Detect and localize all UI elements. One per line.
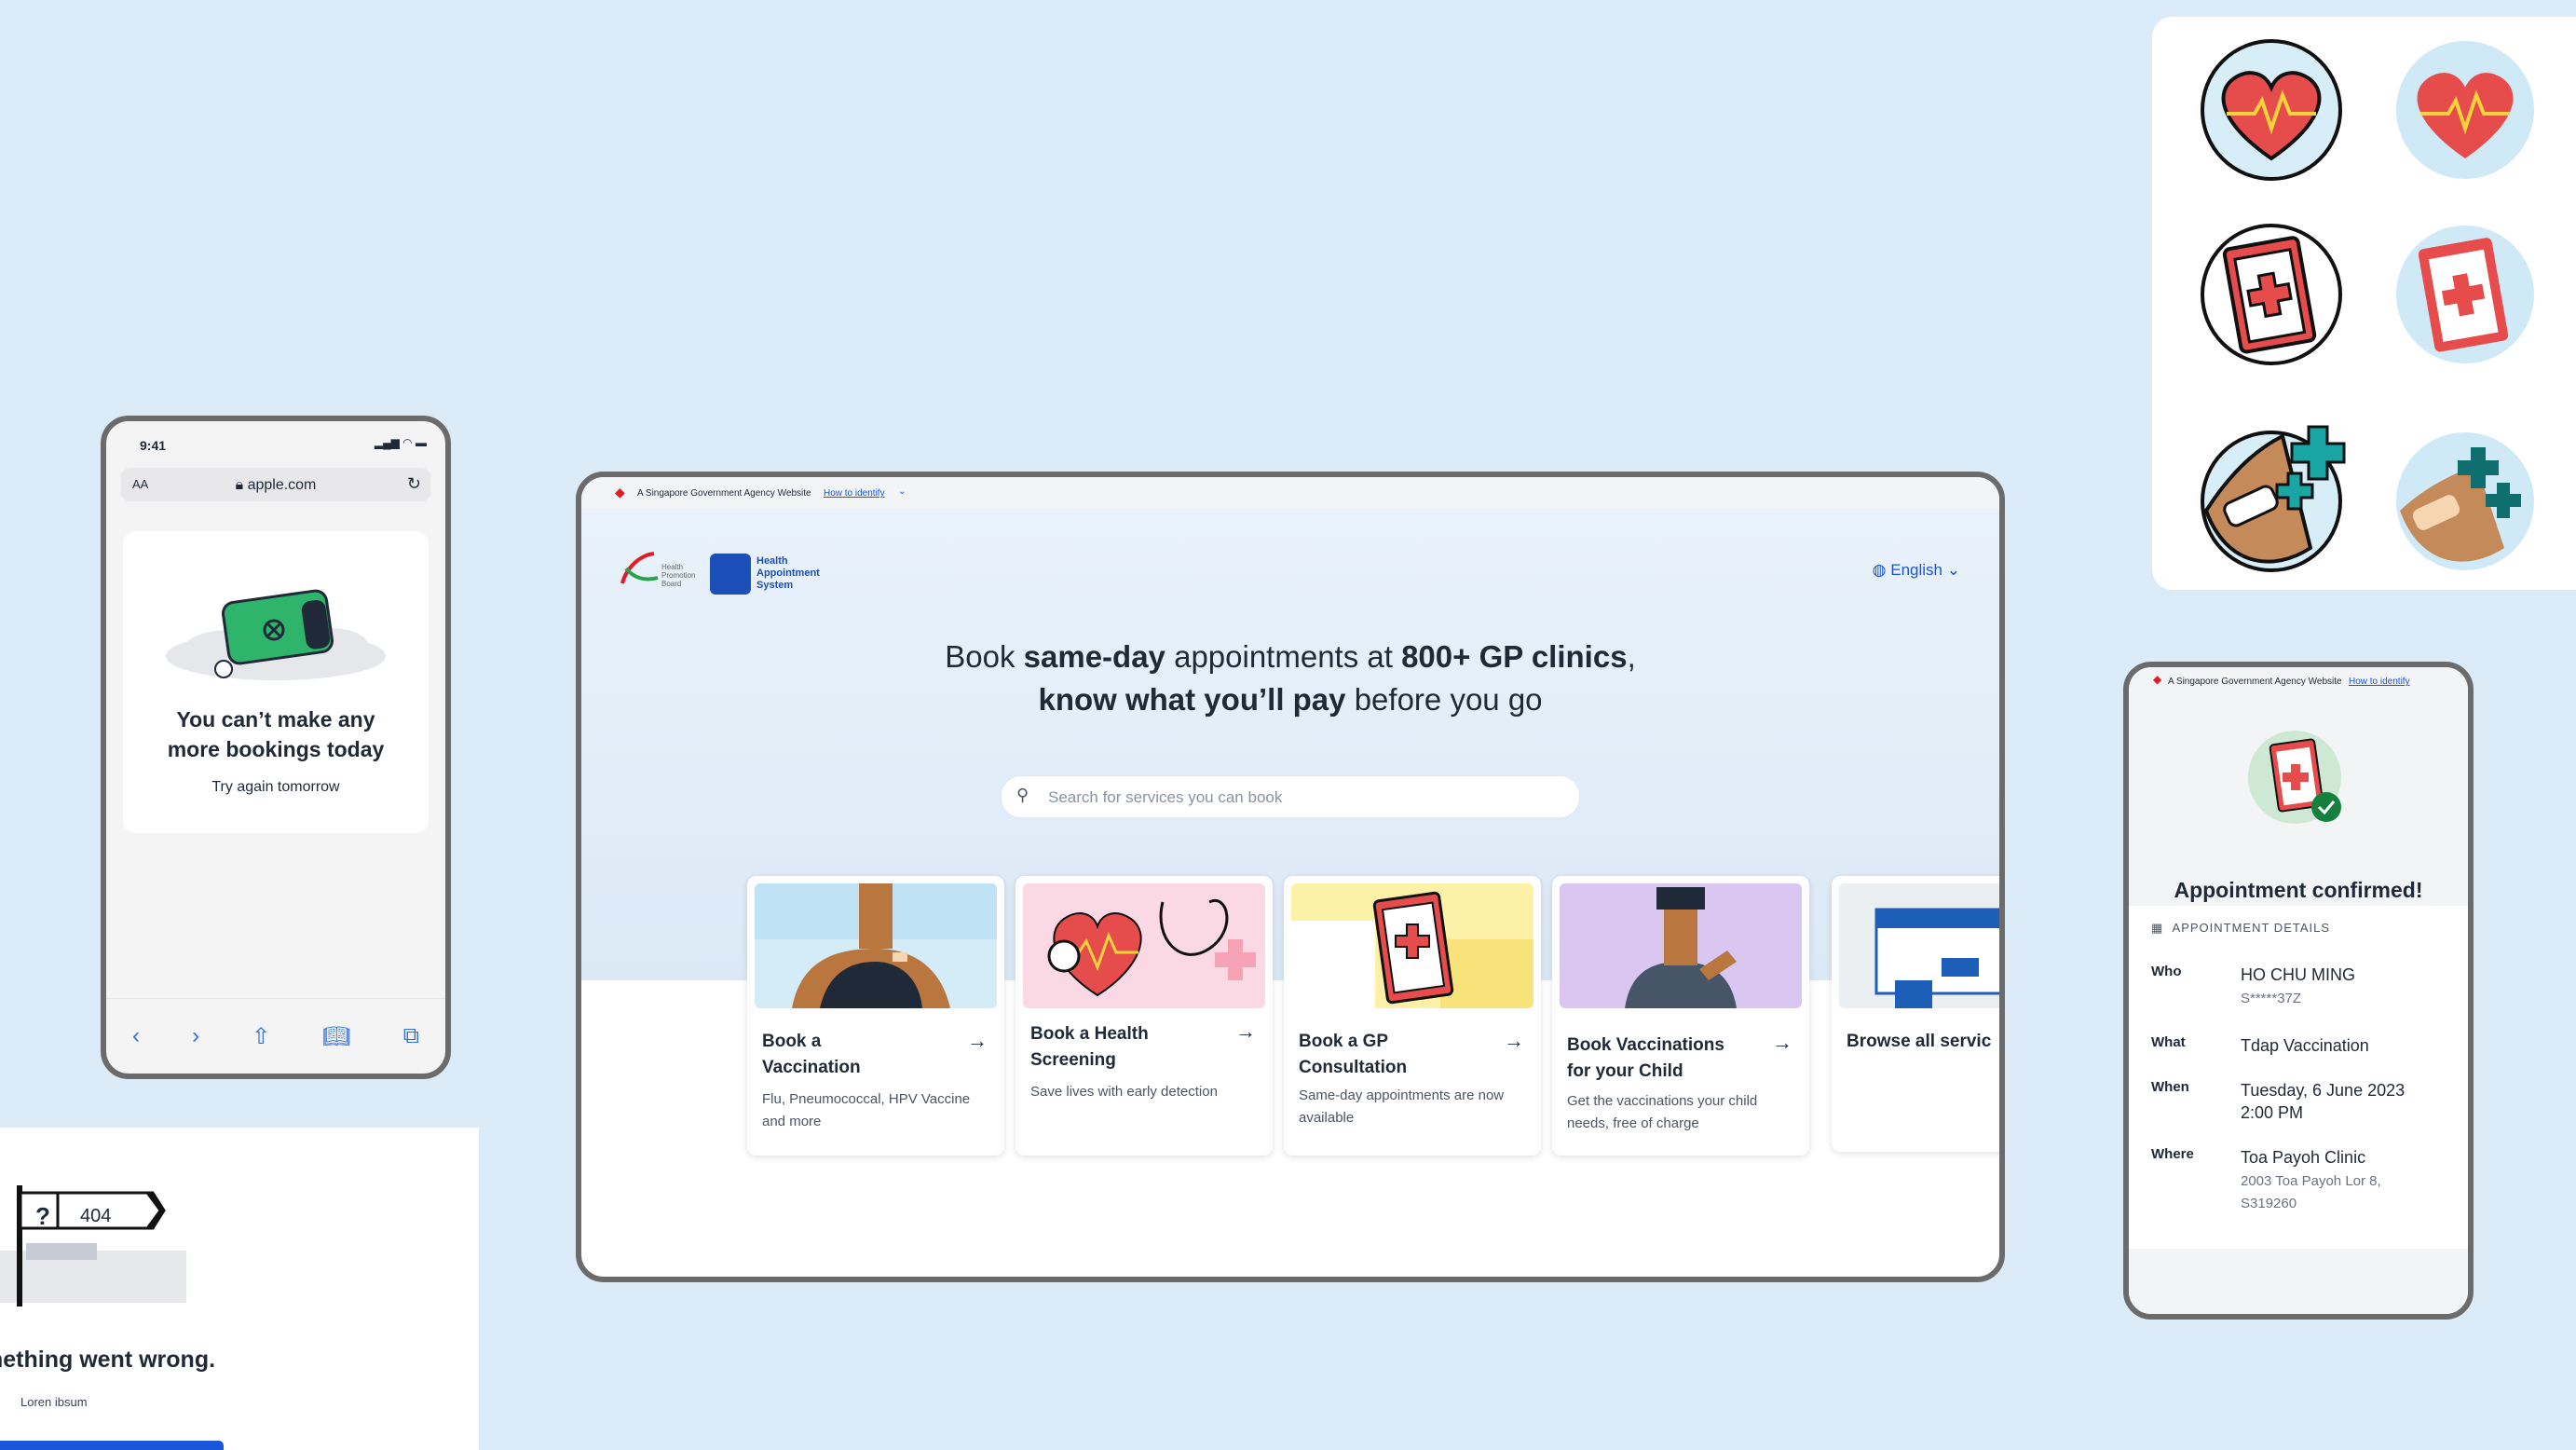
screening-illustration [1023, 883, 1265, 1008]
mobile-error-phone: 9:41 ▂▄▆ ◠ ▬ AA 🔒︎ apple.com ↻ You can’t… [101, 416, 451, 1079]
heart-flat-icon [2396, 41, 2534, 179]
arrow-right-icon: → [1772, 1031, 1792, 1054]
status-bar: 9:41 ▂▄▆ ◠ ▬ [106, 421, 445, 458]
how-to-identify-link[interactable]: How to identify [824, 488, 885, 499]
heart-outline-icon [2201, 39, 2342, 181]
battery-illustration [166, 589, 386, 680]
arrow-right-icon: → [967, 1029, 988, 1052]
service-card-child[interactable]: Book Vaccinations for your Child → Get th… [1552, 876, 1809, 1156]
language-selector[interactable]: ◍ English ⌄ [1873, 561, 1960, 580]
service-title: Browse all servic [1847, 1032, 1992, 1051]
lock-icon: 🔒︎ [235, 477, 244, 493]
error-sub: Loren ibsum [20, 1395, 88, 1409]
how-to-identify-link[interactable]: How to identify [2349, 677, 2410, 687]
lion-icon: ◆ [2153, 673, 2162, 686]
service-title: Book a Vaccination [762, 1032, 861, 1077]
service-desc: Save lives with early detection [1030, 1084, 1218, 1100]
globe-icon: ◍ [1872, 561, 1887, 579]
clipboard-check-illustration [2248, 731, 2341, 824]
service-desc: Flu, Pneumococcal, HPV Vaccine and more [762, 1091, 971, 1129]
service-desc: Get the vaccinations your child needs, f… [1567, 1093, 1758, 1131]
clipboard-outline-icon [2201, 224, 2342, 365]
gov-banner-text: A Singapore Government Agency Website [2168, 677, 2342, 687]
tabs-icon[interactable]: ⧉ [403, 1023, 419, 1049]
hpb-logo-text: Health Promotion Board [661, 563, 696, 588]
service-title: Book Vaccinations for your Child [1567, 1035, 1724, 1081]
clipboard-flat-icon [2396, 226, 2534, 363]
reload-icon[interactable]: ↻ [407, 474, 421, 494]
clinic-illustration [1839, 883, 1999, 1008]
confirm-title: Appointment confirmed! [2174, 878, 2423, 902]
error-message: nething went wrong. [0, 1347, 216, 1373]
service-card-vaccination[interactable]: Book a Vaccination → Flu, Pneumococcal, H… [747, 876, 1004, 1156]
chevron-down-icon: ⌄ [1946, 561, 1960, 579]
vaccination-illustration [755, 883, 997, 1008]
details-header: ▦ APPOINTMENT DETAILS [2151, 921, 2331, 935]
has-logo-text: Health Appointment System [756, 555, 820, 591]
child-vaccination-illustration [1560, 883, 1802, 1008]
primary-button[interactable] [0, 1441, 224, 1450]
has-logo-icon [710, 554, 751, 595]
error-card: You can’t make any more bookings today Tr… [123, 531, 429, 833]
service-search-input[interactable]: ⚲ Search for services you can book [1001, 775, 1580, 818]
gov-banner-text: A Singapore Government Agency Website [637, 488, 811, 499]
page-headline: Book same-day appointments at 800+ GP cl… [945, 639, 1636, 717]
error-subtitle: Try again tomorrow [211, 779, 340, 795]
not-found-panel: ? 404 nething went wrong. Loren ibsum [0, 1128, 479, 1450]
error-title: You can’t make any more bookings today [167, 707, 385, 761]
mobile-confirm-phone: ◆ A Singapore Government Agency Website … [2123, 662, 2474, 1320]
bandage-flat-icon [2396, 432, 2534, 570]
confirm-header: Appointment confirmed! [2129, 695, 2468, 906]
gov-banner: ◆ A Singapore Government Agency Website … [2129, 667, 2468, 695]
icon-sheet [2152, 17, 2576, 590]
search-icon: ⚲ [1016, 786, 1029, 804]
confirm-footer [2129, 1249, 2468, 1314]
browser-toolbar: ‹ › ⇧ 📖︎ ⧉ [106, 998, 445, 1074]
service-card-gp[interactable]: Book a GP Consultation → Same-day appoint… [1284, 876, 1541, 1156]
hpb-logo-icon [620, 552, 659, 584]
url-text: apple.com [247, 477, 317, 493]
sign-symbol: ? [35, 1202, 50, 1230]
bandage-outline-icon [2201, 425, 2346, 572]
service-desc: Same-day appointments are now available [1299, 1088, 1505, 1126]
chevron-down-icon: ⌄ [898, 486, 906, 497]
service-title: Book a Health Screening [1030, 1024, 1149, 1070]
gp-illustration [1291, 883, 1533, 1008]
status-time: 9:41 [140, 438, 167, 453]
arrow-right-icon: → [1504, 1029, 1524, 1052]
bookmarks-icon[interactable]: 📖︎ [322, 1023, 350, 1050]
arrow-right-icon: → [1235, 1019, 1256, 1043]
service-title: Book a GP Consultation [1299, 1032, 1408, 1077]
signal-battery-icon: ▂▄▆ ◠ ▬ [374, 436, 427, 449]
sign-code: 404 [80, 1206, 112, 1226]
service-card-screening[interactable]: Book a Health Screening → Save lives with… [1015, 876, 1273, 1156]
forward-icon[interactable]: › [192, 1023, 199, 1049]
share-icon[interactable]: ⇧ [252, 1023, 270, 1050]
service-card-browse-all[interactable]: Browse all servic [1832, 876, 1999, 1152]
calendar-icon: ▦ [2151, 921, 2164, 935]
desktop-screen: ◆ A Singapore Government Agency Website … [576, 472, 2005, 1282]
lion-icon: ◆ [615, 485, 625, 499]
url-bar[interactable]: AA 🔒︎ apple.com ↻ [121, 468, 430, 501]
gov-banner: ◆ A Singapore Government Agency Website … [581, 477, 1999, 509]
back-icon[interactable]: ‹ [132, 1023, 140, 1049]
